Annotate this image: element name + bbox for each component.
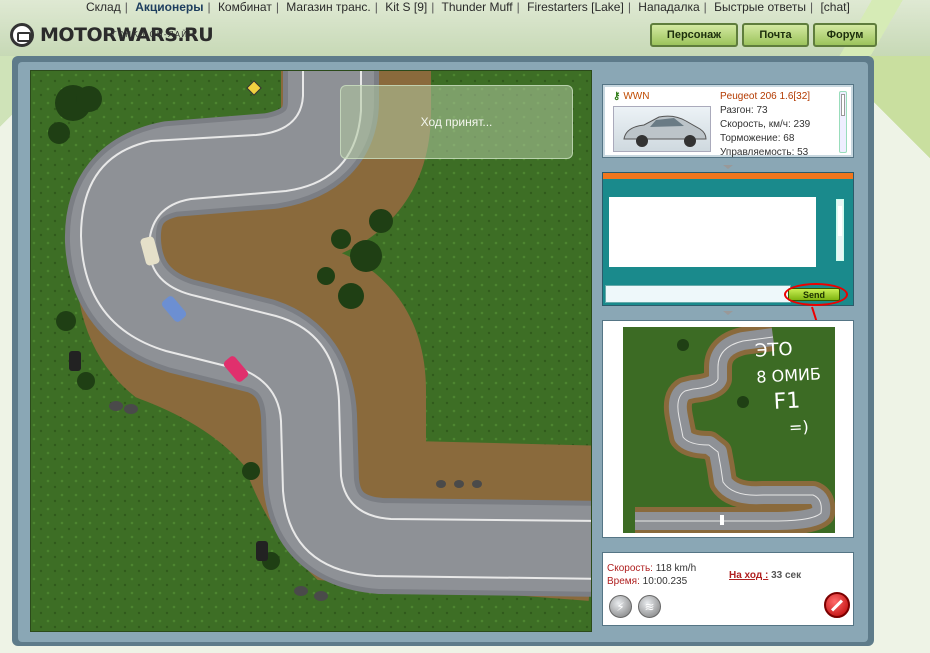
lightning-icon[interactable]: ⚡ bbox=[609, 595, 632, 618]
speed-value: 118 km/h bbox=[655, 563, 697, 574]
car-owner: ⚷ WWN bbox=[613, 91, 649, 102]
logo-subtitle: ГОНКИ ОН-ЛАЙН bbox=[112, 30, 196, 39]
chat-scrollbar[interactable] bbox=[836, 199, 844, 261]
stat-speed: Скорость, км/ч: 239 bbox=[720, 119, 811, 130]
turn-value: 33 сек bbox=[771, 570, 802, 581]
nav-item-shareholders[interactable]: Акционеры bbox=[135, 0, 203, 14]
top-buttons: Персонаж Почта Форум bbox=[650, 23, 877, 47]
car-owner-name[interactable]: WWN bbox=[623, 91, 649, 102]
chat-input[interactable] bbox=[605, 285, 791, 303]
nav-item-kombinat[interactable]: Комбинат bbox=[218, 0, 272, 14]
stat-braking: Торможение: 68 bbox=[720, 133, 795, 144]
chat-messages bbox=[609, 197, 816, 267]
red-circle-annotation bbox=[784, 283, 848, 306]
owner-key-icon: ⚷ bbox=[613, 91, 621, 102]
chevron-down-icon-2 bbox=[723, 311, 733, 315]
stat-handling: Управляемость: 53 bbox=[720, 147, 809, 158]
character-button[interactable]: Персонаж bbox=[650, 23, 738, 47]
car-info-panel: ⚷ WWN Peugeot 206 1.6[32] Разгон: 73 Скор… bbox=[602, 84, 854, 158]
nav-item-chat[interactable]: [chat] bbox=[820, 0, 849, 14]
minimap[interactable]: ЭТО 8 ОМИБ F1 =) bbox=[623, 327, 835, 533]
car-dark bbox=[69, 351, 81, 371]
top-navigation: Склад | Акционеры | Комбинат | Магазин тран… bbox=[86, 0, 850, 14]
car-dark-2 bbox=[256, 541, 268, 561]
speed-label: Скорость: bbox=[607, 563, 653, 574]
stat-acceleration: Разгон: 73 bbox=[720, 105, 768, 116]
turn-label: На ход : bbox=[729, 570, 769, 581]
handwritten-note: ЭТО 8 ОМИБ F1 =) bbox=[754, 338, 822, 438]
stop-icon[interactable] bbox=[824, 592, 850, 618]
nav-item-shop[interactable]: Магазин транс. bbox=[286, 0, 370, 14]
car-model[interactable]: Peugeot 206 1.6[32] bbox=[720, 90, 838, 104]
nitro-icon[interactable]: ≋ bbox=[638, 595, 661, 618]
turn-accepted-message: Ход принят... bbox=[340, 85, 573, 159]
car-panel-scrollbar[interactable] bbox=[839, 91, 847, 153]
logo-wheel-icon bbox=[10, 23, 34, 47]
race-stats: Скорость: 118 km/h Время: 10:00.235 bbox=[607, 562, 696, 588]
turn-timer: На ход : 33 сек bbox=[729, 570, 801, 581]
nav-item-thunder-muff[interactable]: Thunder Muff bbox=[441, 0, 512, 14]
forum-button[interactable]: Форум bbox=[813, 23, 877, 47]
car-stats: Peugeot 206 1.6[32] Разгон: 73 Скорость,… bbox=[720, 90, 838, 160]
minimap-panel: ЭТО 8 ОМИБ F1 =) bbox=[602, 320, 854, 538]
nav-item-kit-s[interactable]: Kit S [9] bbox=[385, 0, 427, 14]
nav-item-quick-answers[interactable]: Быстрые ответы bbox=[714, 0, 806, 14]
nav-item-attack[interactable]: Нападалка bbox=[638, 0, 699, 14]
car-image bbox=[613, 106, 711, 152]
race-status-panel: Скорость: 118 km/h Время: 10:00.235 На х… bbox=[602, 552, 854, 626]
chat-stripe bbox=[603, 173, 853, 179]
nav-item-sklad[interactable]: Склад bbox=[86, 0, 121, 14]
mail-button[interactable]: Почта bbox=[742, 23, 809, 47]
chevron-down-icon bbox=[723, 165, 733, 169]
time-value: 10:00.235 bbox=[642, 576, 688, 587]
time-label: Время: bbox=[607, 576, 640, 587]
nav-item-firestarters[interactable]: Firestarters [Lake] bbox=[527, 0, 624, 14]
